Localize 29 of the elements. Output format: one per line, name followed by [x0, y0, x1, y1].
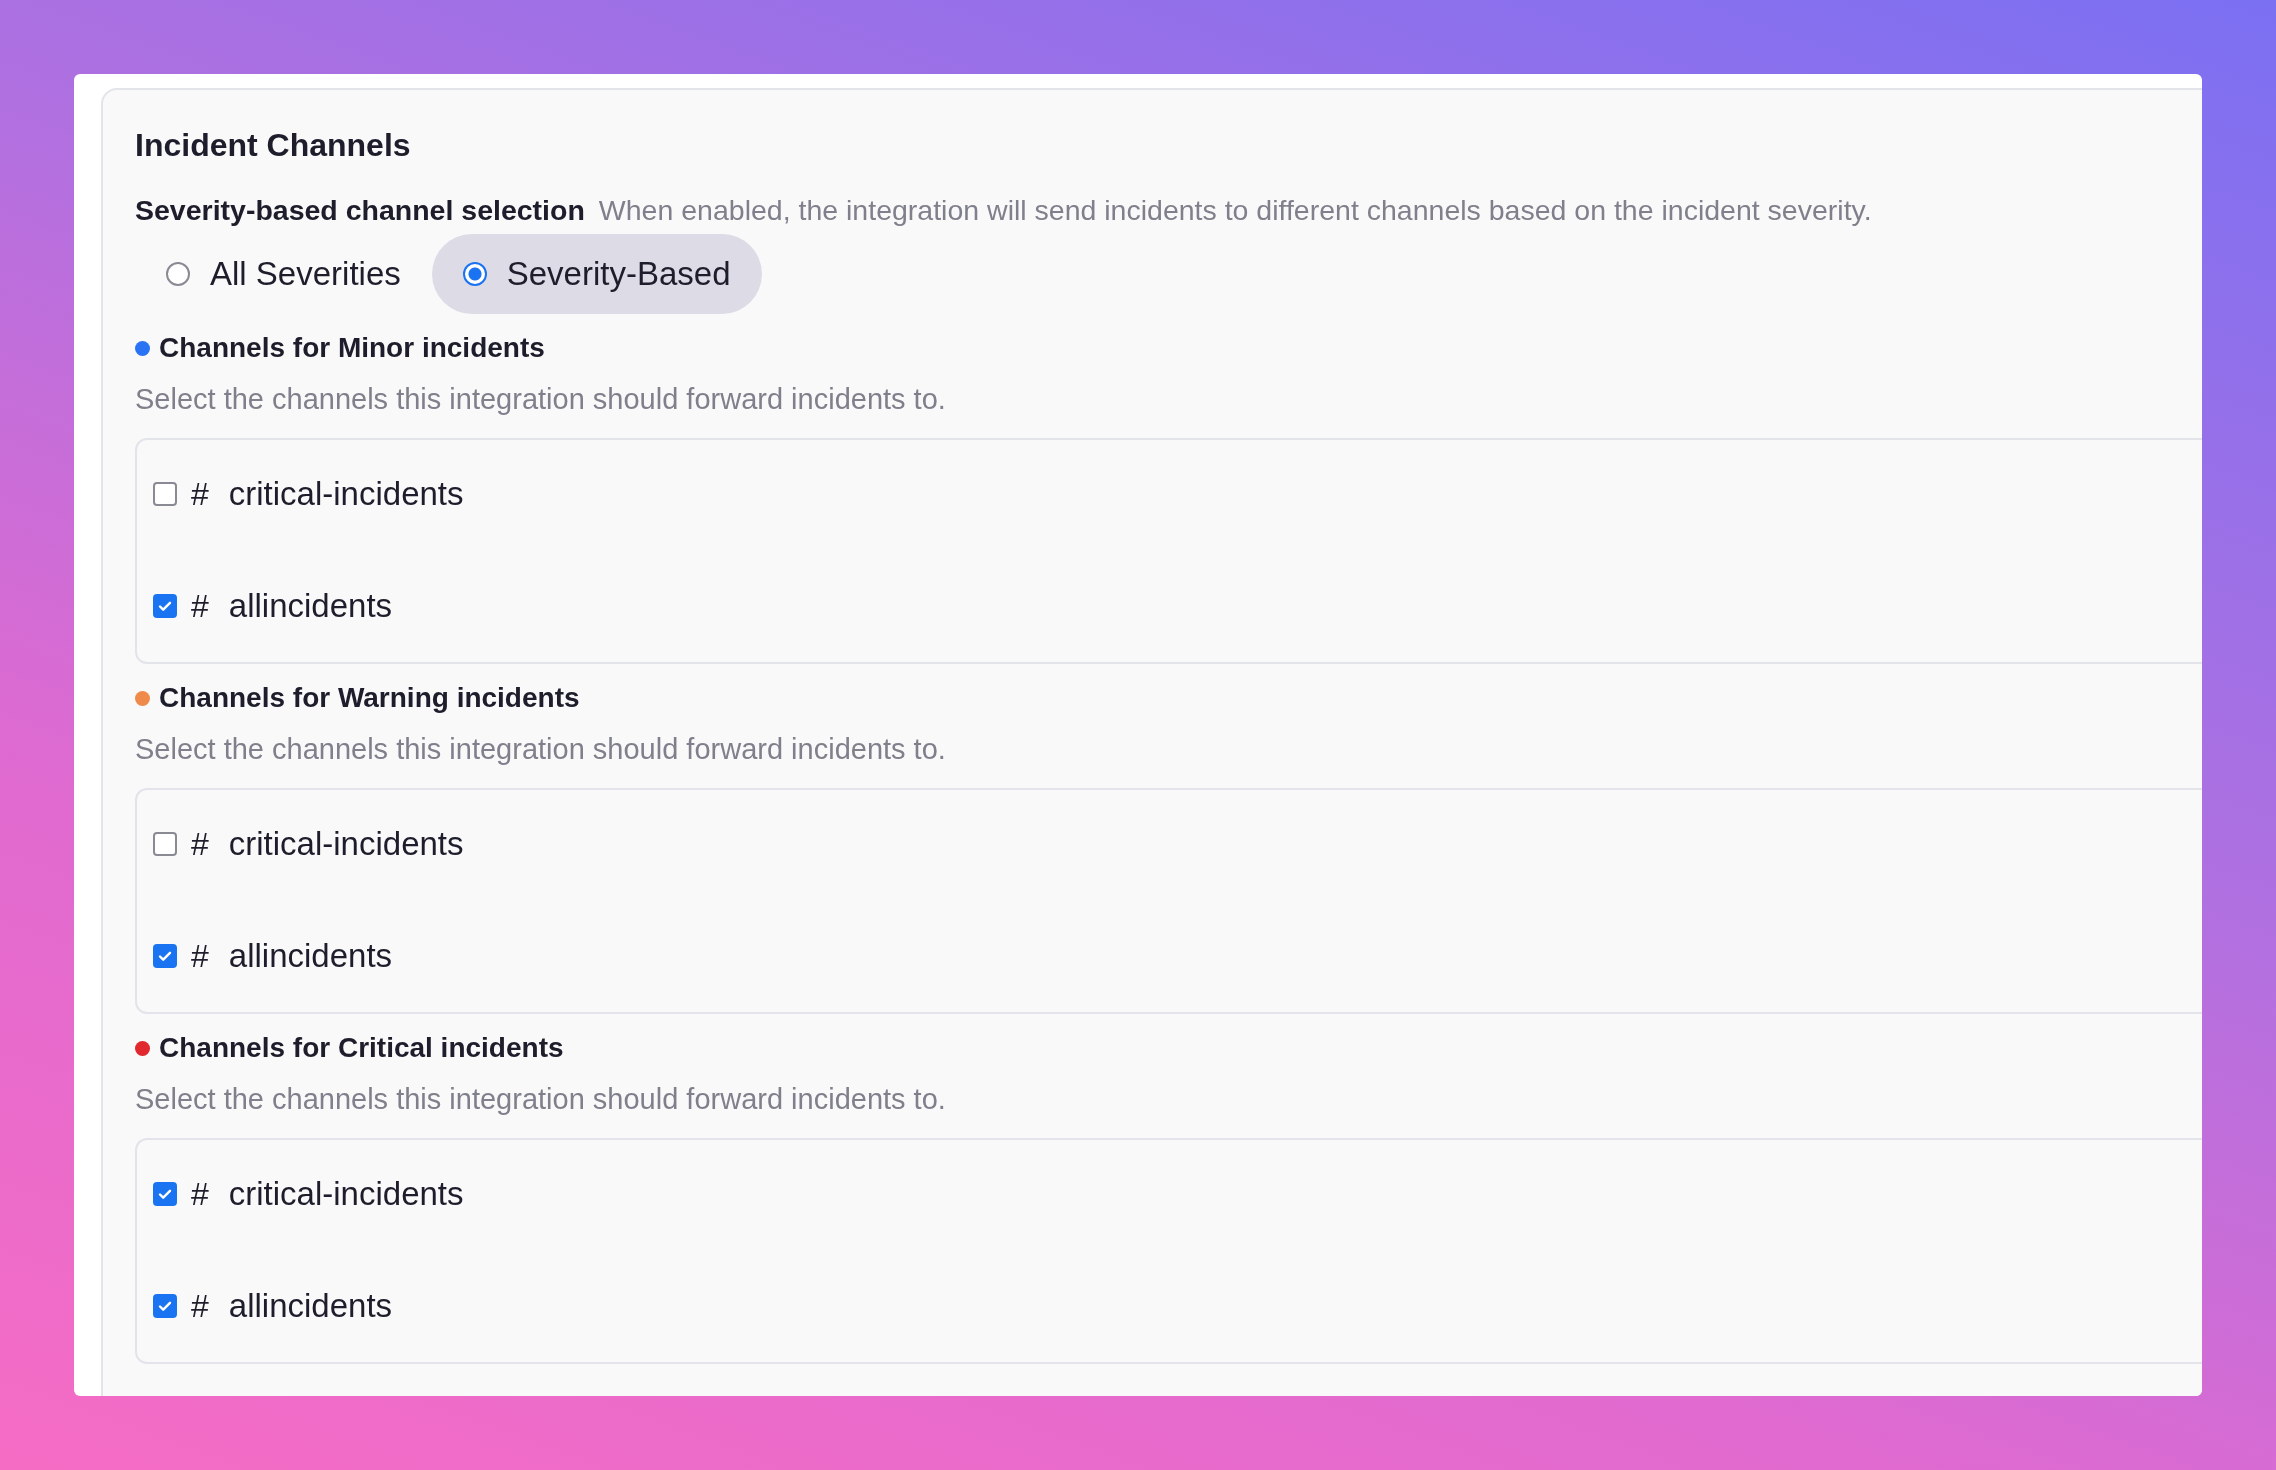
- channel-hash: #: [191, 587, 209, 625]
- severity-hint: Select the channels this integration should forward incidents to.: [135, 1082, 947, 1117]
- radio-option[interactable]: Severity-Based: [431, 234, 762, 314]
- channel-name: critical-incidents: [228, 1175, 464, 1213]
- checkbox[interactable]: [153, 594, 177, 618]
- channel-name: allincidents: [228, 587, 393, 625]
- channel-hash: #: [191, 937, 209, 975]
- section-title: Incident Channels: [135, 126, 412, 165]
- severity-hint: Select the channels this integration should forward incidents to.: [135, 732, 947, 767]
- checkbox[interactable]: [153, 1294, 177, 1318]
- checkbox[interactable]: [153, 832, 177, 856]
- checkbox[interactable]: [153, 944, 177, 968]
- radio-option[interactable]: All Severities: [135, 234, 432, 314]
- channel-hash: #: [191, 1287, 209, 1325]
- checkbox[interactable]: [153, 1182, 177, 1206]
- channel-hash: #: [191, 1175, 209, 1213]
- channel-name: allincidents: [228, 1287, 393, 1325]
- channel-name: allincidents: [228, 937, 393, 975]
- severity-title: Channels for Critical incidents: [159, 1032, 564, 1064]
- channel-name: critical-incidents: [228, 475, 464, 513]
- channel-hash: #: [191, 825, 209, 863]
- setting-label: Severity-based channel selection: [135, 193, 585, 228]
- channel-name: critical-incidents: [228, 825, 464, 863]
- severity-title: Channels for Minor incidents: [159, 332, 545, 364]
- channel-hash: #: [191, 475, 209, 513]
- severity-hint: Select the channels this integration should forward incidents to.: [135, 382, 947, 417]
- setting-description: When enabled, the integration will send incidents to different channels based on the incident severity.: [598, 193, 1872, 228]
- checkbox[interactable]: [153, 482, 177, 506]
- severity-title: Channels for Warning incidents: [159, 682, 580, 714]
